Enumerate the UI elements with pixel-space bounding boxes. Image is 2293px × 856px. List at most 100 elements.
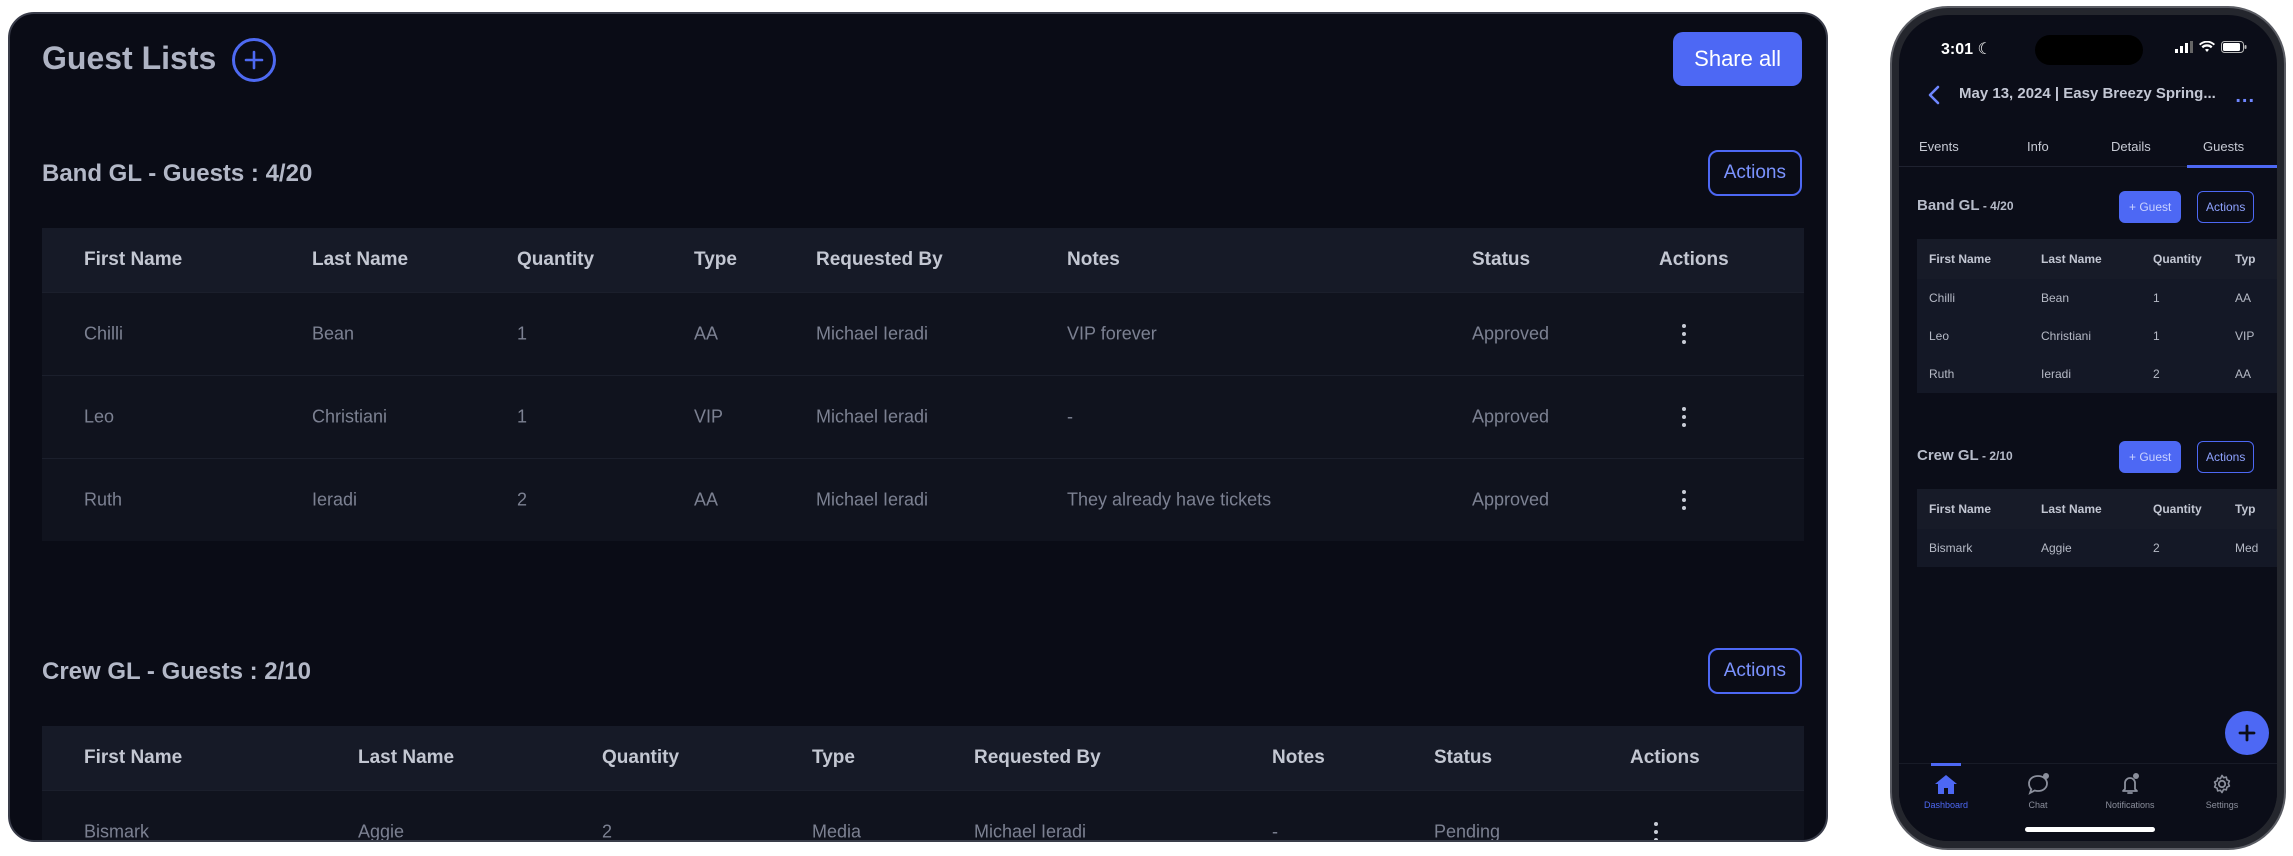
row-more-icon[interactable] [1682,407,1688,427]
row-more-icon[interactable] [1682,490,1688,510]
first-name-cell: Leo [1929,329,1950,343]
add-guest-list-button[interactable] [232,38,276,82]
last-name-cell: Ieradi [312,489,358,510]
quantity-cell: 2 [2153,541,2160,555]
status-icons [2175,41,2247,53]
column-header[interactable]: First Name [1929,252,1991,266]
notes-cell: VIP forever [1067,323,1157,344]
quantity-cell: 1 [517,323,528,344]
quantity-cell: 1 [2153,329,2160,343]
notes-cell: - [1272,821,1278,842]
band-mobile-actions-button[interactable]: Actions [2197,191,2255,223]
table-row[interactable]: Ruth Ieradi 2 AA [1917,355,2277,393]
last-name-cell: Bean [312,323,355,344]
first-name-cell: Bismark [84,821,150,842]
nav-settings[interactable]: Settings [2187,772,2257,810]
row-more-icon[interactable] [1654,822,1660,840]
table-row[interactable]: Bismark Aggie 2 Media Michael Ieradi - P… [42,790,1804,842]
type-cell: VIP [2235,329,2255,343]
column-header[interactable]: Typ [2235,502,2255,516]
column-header[interactable]: Quantity [517,249,594,271]
table-row[interactable]: Leo Christiani 1 VIP Michael Ieradi - Ap… [42,375,1804,458]
first-name-cell: Chilli [84,323,124,344]
band-add-guest-button[interactable]: + Guest [2119,191,2182,223]
crew-actions-button[interactable]: Actions [1707,648,1802,694]
type-cell: AA [2235,367,2252,381]
column-header[interactable]: Status [1472,249,1530,271]
column-header[interactable]: Typ [2235,252,2255,266]
column-header[interactable]: Requested By [816,249,943,271]
column-header: Actions [1630,747,1700,768]
table-row[interactable]: Bismark Aggie 2 Med [1917,529,2277,567]
nav-dashboard[interactable]: Dashboard [1911,772,1981,810]
plus-icon [244,50,264,70]
event-tabs: Events Info Details Guests [1899,125,2277,168]
tab-guests[interactable]: Guests [2203,139,2244,154]
column-header[interactable]: Quantity [602,747,679,769]
column-header[interactable]: First Name [1929,502,1991,516]
column-header[interactable]: Quantity [2153,502,2202,516]
column-header[interactable]: Requested By [974,747,1101,769]
nav-label: Dashboard [1923,800,1969,810]
band-actions-button[interactable]: Actions [1707,150,1802,196]
tab-events[interactable]: Events [1919,139,1959,154]
first-name-cell: Leo [84,406,115,427]
more-options-icon[interactable]: ... [2235,85,2255,108]
status-cell: Approved [1472,323,1550,344]
nav-label: Settings [2205,800,2239,810]
dynamic-island [2035,35,2143,65]
column-header[interactable]: Notes [1067,249,1120,271]
first-name-cell: Ruth [84,489,123,510]
quantity-cell: 1 [517,406,528,427]
nav-chat[interactable]: Chat [2003,772,2073,810]
moon-icon: ☾ [1977,41,1992,58]
type-cell: AA [694,489,719,510]
nav-notifications[interactable]: Notifications [2095,772,2165,810]
column-header[interactable]: Type [694,249,737,271]
quantity-cell: 2 [602,821,613,842]
gear-icon [2213,774,2231,794]
column-header[interactable]: Type [812,747,855,769]
table-row[interactable]: Ruth Ieradi 2 AA Michael Ieradi They alr… [42,458,1804,541]
column-header[interactable]: Status [1434,747,1492,769]
column-header[interactable]: Notes [1272,747,1325,769]
status-cell: Pending [1434,821,1501,842]
table-row[interactable]: Leo Christiani 1 VIP [1917,317,2277,355]
section-title-band: Band GL - Guests : 4/20 [42,160,313,187]
table-row[interactable]: Chilli Bean 1 AA [1917,279,2277,317]
tab-details[interactable]: Details [2111,139,2151,154]
active-tab-indicator [2187,165,2277,168]
wifi-icon [2199,41,2215,52]
status-cell: Approved [1472,489,1550,510]
battery-icon [2221,41,2247,53]
share-all-button[interactable]: Share all [1673,32,1802,86]
table-row[interactable]: Chilli Bean 1 AA Michael Ieradi VIP fore… [42,292,1804,375]
column-header[interactable]: First Name [84,747,182,769]
active-nav-indicator [1931,763,1961,766]
add-fab-button[interactable] [2225,711,2269,755]
table-header: First Name Last Name Quantity Type Reque… [42,228,1804,292]
column-header[interactable]: Last Name [358,747,454,769]
home-icon [1935,775,1957,794]
type-cell: Media [812,821,862,842]
column-header[interactable]: First Name [84,249,182,271]
column-header[interactable]: Last Name [312,249,408,271]
column-header[interactable]: Quantity [2153,252,2202,266]
column-header[interactable]: Last Name [2041,502,2102,516]
table-header: First Name Last Name Quantity Type Reque… [42,726,1804,790]
mobile-section-title-band: Band GL - 4/20 [1917,197,2014,214]
requested-by-cell: Michael Ieradi [816,406,929,427]
crew-guest-table: First Name Last Name Quantity Type Reque… [42,726,1804,842]
tab-info[interactable]: Info [2027,139,2049,154]
quantity-cell: 2 [2153,367,2160,381]
type-cell: AA [2235,291,2252,305]
section-title-crew: Crew GL - Guests : 2/10 [42,658,311,685]
back-chevron-icon[interactable] [1927,85,1941,105]
nav-label: Chat [2028,800,2048,810]
crew-add-guest-button[interactable]: + Guest [2119,441,2182,473]
last-name-cell: Bean [2041,291,2070,305]
column-header[interactable]: Last Name [2041,252,2102,266]
desktop-guest-lists-panel: Guest Lists Share all Band GL - Guests :… [8,12,1828,842]
row-more-icon[interactable] [1682,324,1688,344]
crew-mobile-actions-button[interactable]: Actions [2197,441,2255,473]
